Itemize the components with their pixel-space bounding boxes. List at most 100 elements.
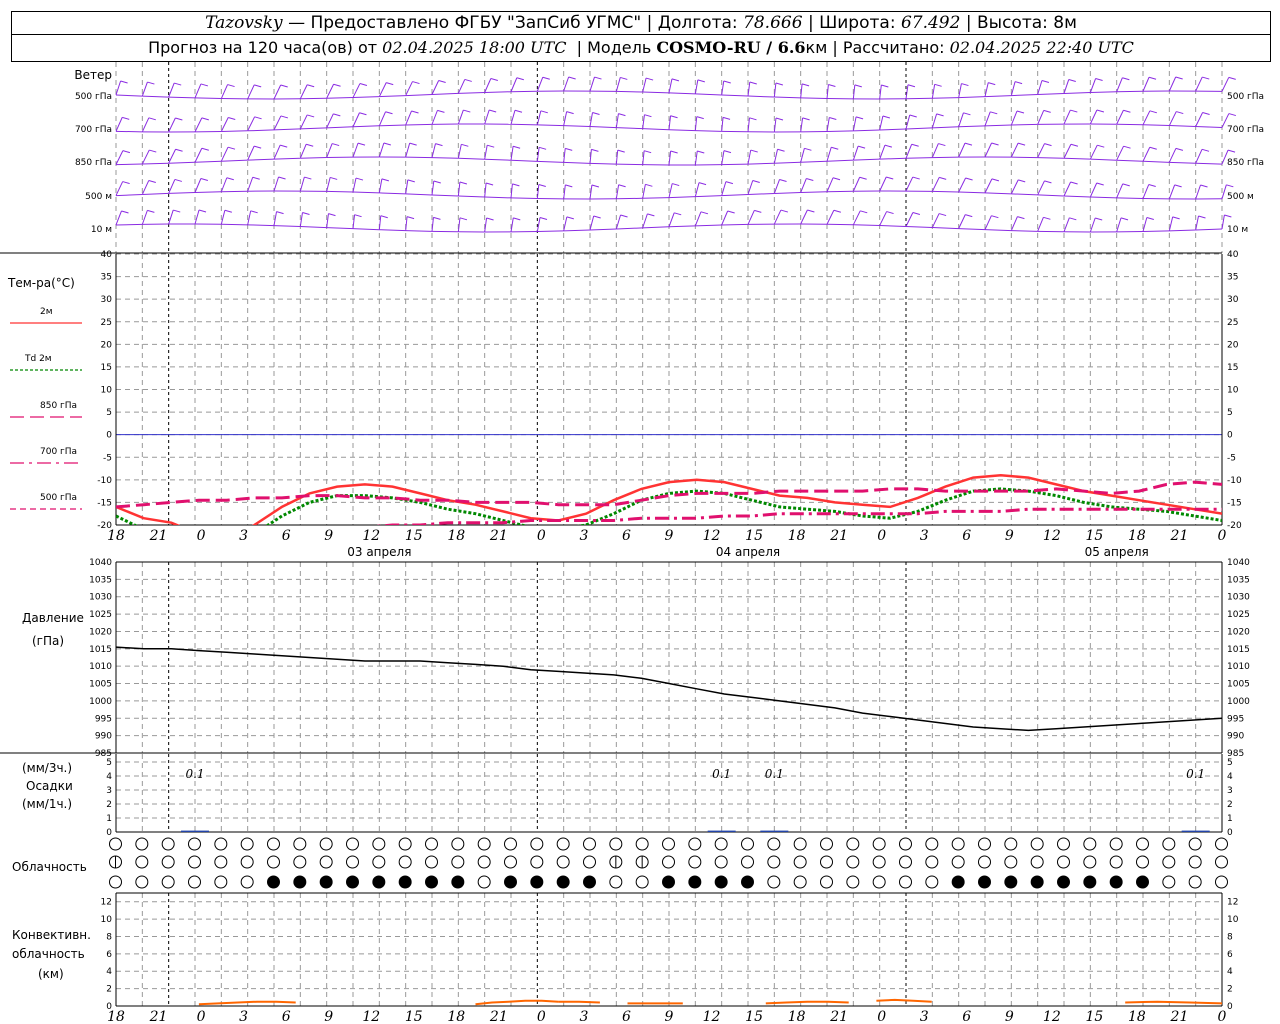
wind-barb-flag bbox=[333, 113, 341, 117]
wind-barb-staff bbox=[1063, 79, 1070, 94]
wind-barb-staff bbox=[721, 181, 727, 196]
wind-barb-staff bbox=[484, 78, 492, 93]
wind-barb-flag bbox=[490, 78, 498, 81]
y-tick-left: 1035 bbox=[89, 575, 112, 585]
cloud-clear-symbol bbox=[556, 837, 570, 851]
cloud-full-symbol bbox=[583, 875, 596, 889]
wind-barb-staff bbox=[378, 82, 387, 97]
precip-value-label: 0.1 bbox=[1186, 767, 1205, 781]
wind-barb-staff bbox=[1168, 148, 1177, 163]
y-tick-right: 40 bbox=[1227, 250, 1239, 260]
cloud-clear-symbol bbox=[662, 837, 675, 851]
y-tick-left: -10 bbox=[97, 476, 112, 486]
wind-level-trace bbox=[115, 223, 143, 226]
wind-barb-staff bbox=[800, 209, 808, 225]
wind-barb-flag bbox=[644, 114, 652, 118]
wind-barb-flag bbox=[1175, 147, 1184, 151]
wind-barb-staff bbox=[352, 112, 360, 127]
wind-level-trace bbox=[194, 191, 222, 193]
wind-barb-staff bbox=[536, 184, 540, 199]
wind-barb-flag bbox=[934, 83, 942, 87]
y-tick-left: 3 bbox=[106, 786, 112, 796]
cloud-clear-symbol bbox=[793, 875, 807, 889]
wind-barb-staff bbox=[220, 117, 229, 132]
wind-barb-flag bbox=[433, 180, 441, 184]
wind-barb-staff bbox=[510, 77, 518, 92]
wind-level-label-left: 500 гПа bbox=[75, 92, 112, 102]
wind-barb-flag bbox=[1095, 78, 1103, 82]
wind-barb-staff bbox=[431, 80, 440, 95]
cloud-clear-symbol bbox=[767, 837, 781, 851]
wind-barb-flag bbox=[1227, 149, 1236, 153]
wind-level-trace bbox=[1090, 91, 1117, 94]
wind-barb-flag bbox=[254, 84, 262, 88]
wind-level-trace bbox=[221, 130, 248, 132]
wind-barb-flag bbox=[907, 84, 916, 88]
wind-barb-staff bbox=[194, 117, 203, 133]
wind-level-trace bbox=[958, 228, 986, 231]
x-axis-middle: 18 21 0 3 6 9 12 15 18 21 0 3 6 9 12 15 18 21 0 3 6 9 12 15 18 21… bbox=[107, 528, 1226, 559]
y-tick-right: 1 bbox=[1227, 814, 1233, 824]
wind-level-trace bbox=[352, 228, 380, 231]
wind-barb-flag bbox=[912, 176, 920, 180]
wind-level-label-right: 500 м bbox=[1227, 192, 1254, 202]
wind-barb-flag bbox=[1043, 109, 1051, 113]
wind-barb-staff bbox=[141, 81, 148, 97]
cloud-clear-symbol bbox=[267, 837, 280, 851]
wind-barb-flag bbox=[122, 150, 131, 154]
pressure-unit: (гПа) bbox=[32, 634, 64, 648]
cloud-clear-symbol bbox=[951, 855, 965, 869]
convective-panel: 12 1210 108 86 64 42 20 0Конвективн.облачность(… bbox=[12, 892, 1239, 1012]
wind-barb-staff bbox=[326, 143, 333, 158]
y-tick-left: 20 bbox=[101, 340, 113, 350]
wind-barb-staff bbox=[958, 177, 967, 193]
cloud-clear-symbol bbox=[240, 837, 254, 851]
wind-barb-flag bbox=[306, 143, 314, 147]
x-tick-label: 9 bbox=[665, 528, 674, 544]
cloud-clear-symbol bbox=[714, 837, 728, 851]
wind-barb-staff bbox=[194, 83, 202, 99]
x-tick-label: 18 bbox=[447, 1009, 465, 1024]
conv-title-1: Конвективн. bbox=[12, 928, 91, 942]
wind-barb-flag bbox=[674, 212, 682, 216]
wind-barb-flag bbox=[276, 211, 284, 215]
wind-barb-staff bbox=[1063, 144, 1072, 159]
y-tick-left: 4 bbox=[106, 967, 112, 977]
wind-level-trace bbox=[984, 124, 1012, 127]
wind-barb-flag bbox=[307, 84, 315, 88]
y-tick-right: 5 bbox=[1227, 408, 1233, 418]
wind-barb-staff bbox=[431, 143, 436, 158]
wind-barb-staff bbox=[1195, 76, 1203, 92]
wind-barb-staff bbox=[1089, 109, 1098, 125]
wind-barb-staff bbox=[168, 149, 177, 164]
x-tick-label: 3 bbox=[579, 528, 588, 544]
wind-barb-flag bbox=[1146, 217, 1154, 220]
cloud-clear-symbol bbox=[1109, 855, 1123, 869]
wind-barb-flag bbox=[386, 82, 394, 86]
wind-level-trace bbox=[616, 227, 643, 230]
wind-barb-flag bbox=[802, 117, 810, 121]
wind-barb-flag bbox=[749, 117, 757, 121]
wind-barb-staff bbox=[220, 84, 229, 99]
wind-barb-staff bbox=[194, 178, 202, 193]
cloud-clear-symbol bbox=[135, 875, 149, 889]
wind-barb-flag bbox=[411, 110, 419, 114]
y-tick-right: 4 bbox=[1227, 772, 1233, 782]
cloud-clear-symbol bbox=[688, 855, 702, 869]
wind-level-trace bbox=[484, 158, 512, 161]
wind-barb-flag bbox=[1016, 110, 1025, 114]
cloud-clear-symbol bbox=[872, 875, 886, 889]
wind-barb-flag bbox=[147, 81, 155, 85]
cloud-full-symbol bbox=[1109, 875, 1123, 889]
x-tick-label: 3 bbox=[579, 1009, 588, 1024]
wind-barb-flag bbox=[1149, 110, 1158, 114]
wind-level-trace bbox=[932, 190, 959, 193]
cloud-full-symbol bbox=[1136, 875, 1149, 889]
y-tick-right: 1010 bbox=[1227, 662, 1250, 672]
wind-barb-staff bbox=[1089, 144, 1098, 160]
wind-barb-flag bbox=[647, 213, 655, 217]
wind-barb-flag bbox=[1068, 78, 1076, 82]
wind-barb-staff bbox=[194, 148, 203, 163]
wind-barb-flag bbox=[513, 217, 521, 221]
cloud-clear-symbol bbox=[319, 837, 333, 851]
